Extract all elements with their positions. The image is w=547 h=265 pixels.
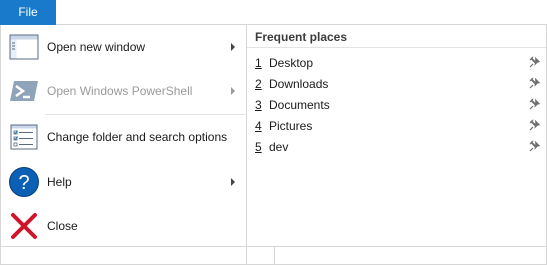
file-tab[interactable]: File bbox=[0, 0, 56, 25]
frequent-places-panel: Frequent places 1 Desktop 2 Downloads 3 … bbox=[247, 25, 546, 246]
status-strip bbox=[1, 246, 546, 265]
help-item[interactable]: ? Help bbox=[1, 160, 246, 204]
new-window-icon bbox=[9, 34, 39, 60]
place-number: 5 bbox=[255, 140, 262, 154]
strip-divider bbox=[274, 247, 275, 265]
place-number: 4 bbox=[255, 119, 262, 133]
place-name: Pictures bbox=[269, 119, 313, 133]
close-item[interactable]: Close bbox=[1, 204, 246, 248]
pin-icon[interactable] bbox=[529, 77, 541, 89]
pin-icon[interactable] bbox=[529, 56, 541, 68]
open-powershell-item[interactable]: Open Windows PowerShell bbox=[1, 69, 246, 113]
frequent-place-item[interactable]: 5 dev bbox=[247, 136, 546, 157]
file-menu: Open new window Open Windows PowerShell bbox=[0, 25, 547, 265]
frequent-place-item[interactable]: 1 Desktop bbox=[247, 52, 546, 73]
close-icon bbox=[11, 213, 37, 239]
open-new-window-item[interactable]: Open new window bbox=[1, 25, 246, 69]
place-name: dev bbox=[269, 140, 289, 154]
place-number: 3 bbox=[255, 98, 262, 112]
help-label: Help bbox=[47, 175, 72, 189]
open-new-window-label: Open new window bbox=[47, 40, 146, 54]
place-name: Desktop bbox=[269, 56, 314, 70]
help-icon: ? bbox=[9, 167, 39, 197]
frequent-place-item[interactable]: 2 Downloads bbox=[247, 73, 546, 94]
place-name: Downloads bbox=[269, 77, 329, 91]
svg-text:?: ? bbox=[18, 172, 29, 194]
pin-icon[interactable] bbox=[529, 98, 541, 110]
pin-icon[interactable] bbox=[529, 140, 541, 152]
powershell-icon bbox=[10, 81, 38, 101]
folder-options-item[interactable]: Change folder and search options bbox=[1, 115, 246, 159]
folder-options-label: Change folder and search options bbox=[47, 130, 228, 144]
frequent-place-item[interactable]: 3 Documents bbox=[247, 94, 546, 115]
pin-icon[interactable] bbox=[529, 119, 541, 131]
folder-options-icon bbox=[10, 124, 38, 150]
strip-divider bbox=[246, 247, 247, 265]
place-number: 1 bbox=[255, 56, 262, 70]
frequent-places-header: Frequent places bbox=[255, 30, 348, 44]
place-name: Documents bbox=[269, 98, 330, 112]
ribbon-tab-bar: File bbox=[0, 0, 547, 25]
close-label: Close bbox=[47, 219, 78, 233]
frequent-place-item[interactable]: 4 Pictures bbox=[247, 115, 546, 136]
place-number: 2 bbox=[255, 77, 262, 91]
file-menu-commands: Open new window Open Windows PowerShell bbox=[1, 25, 247, 246]
header-divider bbox=[247, 47, 546, 48]
submenu-arrow-icon bbox=[231, 87, 235, 95]
submenu-arrow-icon bbox=[231, 43, 235, 51]
submenu-arrow-icon bbox=[231, 178, 235, 186]
open-powershell-label: Open Windows PowerShell bbox=[47, 84, 193, 98]
